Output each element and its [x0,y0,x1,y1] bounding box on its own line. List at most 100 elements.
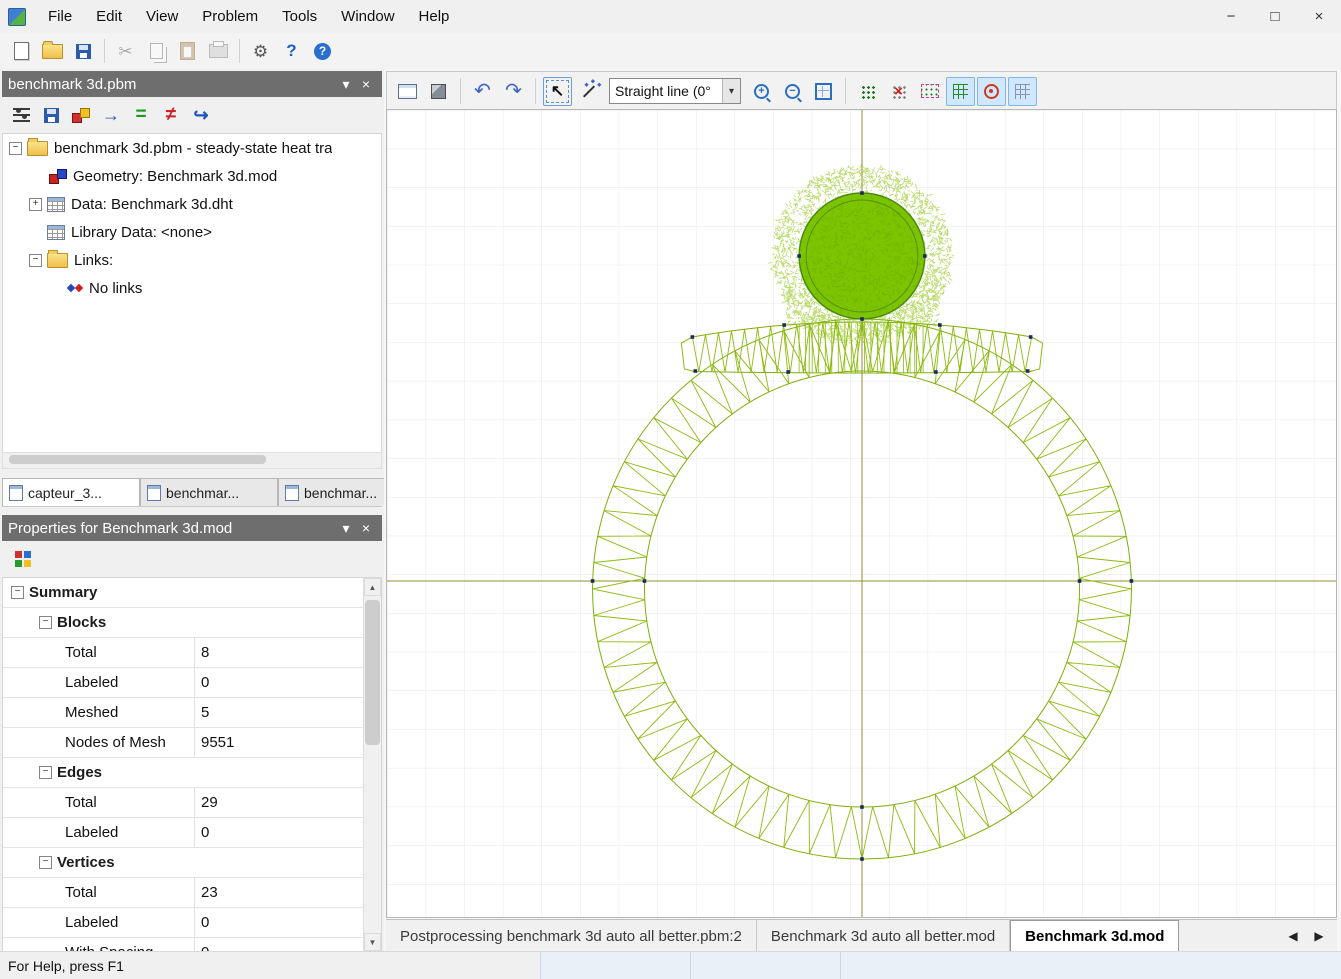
zoom-fit-button[interactable] [809,77,838,106]
tree-item-data[interactable]: + Data: Benchmark 3d.dht [3,190,381,218]
menu-view[interactable]: View [134,0,190,33]
model-canvas[interactable] [386,109,1337,918]
document-icon [9,485,23,501]
zoom-in-button[interactable]: + [747,77,776,106]
property-row: Total 8 [3,638,364,668]
magic-wand-tool-button[interactable] [574,77,603,106]
tree-item-library-data[interactable]: Library Data: <none> [3,218,381,246]
viewport-document-tabs: Postprocessing benchmark 3d auto all bet… [386,919,1337,952]
new-button[interactable] [6,37,37,66]
menu-window[interactable]: Window [329,0,406,33]
close-panel-icon[interactable]: × [356,520,376,536]
property-label: Labeled [65,914,194,931]
toggle-mesh-button[interactable] [946,77,975,106]
tree-item-label: No links [89,280,142,297]
context-help-button[interactable]: ? [276,37,307,66]
document-icon [147,485,161,501]
property-value: 0 [194,818,364,847]
tree-item-no-links[interactable]: No links [3,274,381,302]
delete-mesh-button[interactable]: × [884,77,913,106]
close-button[interactable]: × [1297,0,1341,33]
tree-horizontal-scrollbar[interactable] [2,452,382,469]
equal-filter-button[interactable]: = [126,101,156,130]
collapse-icon[interactable]: − [11,586,24,599]
collapse-icon[interactable]: − [39,616,52,629]
open-button[interactable] [37,37,68,66]
select-tool-button[interactable]: ↖ [543,77,572,106]
chevron-down-icon[interactable]: ▾ [722,79,740,103]
about-button[interactable]: ? [307,37,338,66]
doc-tab-label: benchmar... [304,485,377,501]
menu-edit[interactable]: Edit [84,0,134,33]
settings-button[interactable]: ⚙ [245,37,276,66]
save-problem-button[interactable] [36,101,66,130]
property-section-vertices[interactable]: − Vertices [3,848,364,878]
expand-icon[interactable]: + [29,198,42,211]
property-section-edges[interactable]: − Edges [3,758,364,788]
vp-tab-benchmark-better[interactable]: Benchmark 3d auto all better.mod [757,920,1010,952]
collapse-icon[interactable]: − [39,856,52,869]
doc-tab-benchmark-1[interactable]: benchmar... [140,478,278,506]
vp-tab-postprocessing[interactable]: Postprocessing benchmark 3d auto all bet… [386,920,757,952]
view-3d-button[interactable] [424,77,453,106]
document-icon [285,485,299,501]
toolbar-separator [104,39,105,63]
paste-button[interactable] [172,37,203,66]
menu-file[interactable]: File [36,0,84,33]
copy-icon [150,43,163,59]
categorize-button[interactable] [8,545,38,574]
menu-tools[interactable]: Tools [270,0,329,33]
viewport-region: ↶ ↷ ↖ Straight line (0° ▾ + − × Postproc… [384,69,1341,952]
report-view-button[interactable] [393,77,422,106]
mesh-grid-icon [953,84,968,99]
toggle-grid-button[interactable] [1008,77,1037,106]
scrollbar-thumb[interactable] [9,455,266,464]
toggle-nodes-button[interactable] [977,77,1006,106]
cut-button[interactable]: ✂ [110,37,141,66]
redo-button[interactable]: ↷ [499,77,528,106]
tree-item-geometry[interactable]: Geometry: Benchmark 3d.mod [3,162,381,190]
line-type-select[interactable]: Straight line (0° ▾ [609,78,741,104]
properties-table: − Summary − Blocks Total 8 Labeled 0 Mes… [2,577,382,952]
transfer-arrow-icon: → [102,105,120,126]
save-button[interactable] [68,37,99,66]
property-section-summary[interactable]: − Summary [3,578,364,608]
property-section-blocks[interactable]: − Blocks [3,608,364,638]
collapse-icon[interactable]: − [29,254,42,267]
copy-button[interactable] [141,37,172,66]
print-button[interactable] [203,37,234,66]
status-pane [690,952,840,979]
gear-icon: ⚙ [253,43,268,60]
chevron-down-icon[interactable]: ▾ [336,520,356,537]
print-icon [209,44,228,58]
tab-scroll-left-icon[interactable]: ◀ [1285,929,1301,943]
tree-item-problem[interactable]: − benchmark 3d.pbm - steady-state heat t… [3,134,381,162]
menu-help[interactable]: Help [407,0,462,33]
property-row: Labeled 0 [3,668,364,698]
apply-button[interactable]: ↪ [186,101,216,130]
collapse-icon[interactable]: − [39,766,52,779]
scroll-down-icon[interactable]: ▼ [364,933,381,951]
close-panel-icon[interactable]: × [356,76,376,92]
vp-tab-benchmark-3d[interactable]: Benchmark 3d.mod [1010,920,1179,952]
tree-item-label: Links: [74,252,113,269]
maximize-button[interactable]: □ [1253,0,1297,33]
not-equal-filter-button[interactable]: ≠ [156,101,186,130]
tree-item-links[interactable]: − Links: [3,246,381,274]
tab-scroll-right-icon[interactable]: ▶ [1311,929,1327,943]
menu-problem[interactable]: Problem [190,0,270,33]
transfer-button[interactable]: → [96,101,126,130]
generate-mesh-button[interactable] [853,77,882,106]
scroll-up-icon[interactable]: ▲ [364,578,381,596]
doc-tab-capteur[interactable]: capteur_3... [2,478,140,506]
zoom-out-button[interactable]: − [778,77,807,106]
minimize-button[interactable]: − [1209,0,1253,33]
chevron-down-icon[interactable]: ▾ [336,76,356,93]
scrollbar-thumb[interactable] [365,600,380,745]
box-select-mesh-button[interactable] [915,77,944,106]
collapse-icon[interactable]: − [9,142,22,155]
problem-settings-button[interactable] [6,101,36,130]
properties-vertical-scrollbar[interactable]: ▲ ▼ [363,578,381,951]
undo-button[interactable]: ↶ [468,77,497,106]
blocks-button[interactable] [66,101,96,130]
